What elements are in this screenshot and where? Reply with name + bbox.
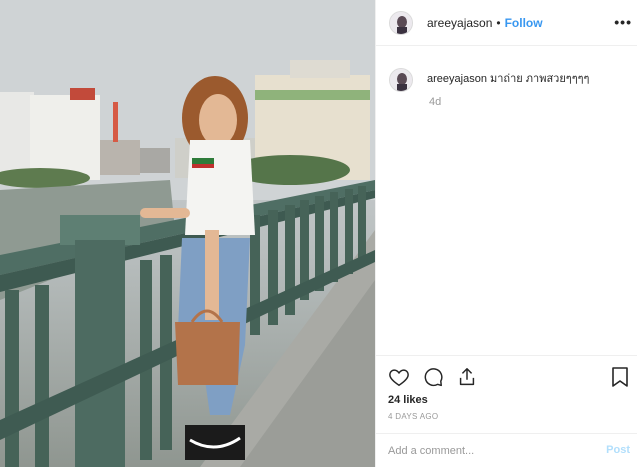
comment-input[interactable] xyxy=(388,444,588,457)
caption-text-block: areeyajason มาถ่าย ภาพสวยๆๆๆๆ xyxy=(427,72,589,86)
share-icon[interactable] xyxy=(456,366,478,388)
header-username[interactable]: areeyajason xyxy=(427,16,492,30)
more-options-icon[interactable]: ••• xyxy=(614,14,632,30)
caption-age: 4d xyxy=(429,96,442,108)
likes-count[interactable]: 24 likes xyxy=(388,394,428,406)
caption-avatar[interactable] xyxy=(389,68,413,92)
post-side-panel: areeyajason • Follow ••• areeyajason มาถ… xyxy=(375,0,637,467)
avatar[interactable] xyxy=(389,10,413,35)
post-date: 4 DAYS AGO xyxy=(388,412,439,421)
avatar-image xyxy=(390,11,412,34)
add-comment-bar: Post xyxy=(376,433,637,467)
post-button[interactable]: Post xyxy=(606,444,630,456)
follow-button[interactable]: Follow xyxy=(505,16,543,30)
caption-row: areeyajason มาถ่าย ภาพสวยๆๆๆๆ xyxy=(389,68,589,92)
post-header: areeyajason • Follow ••• xyxy=(376,0,637,46)
comment-icon[interactable] xyxy=(422,366,444,388)
caption-avatar-image xyxy=(390,69,412,91)
bookmark-icon[interactable] xyxy=(610,366,630,388)
post-photo[interactable] xyxy=(0,0,375,467)
action-icons-group xyxy=(388,366,478,388)
caption-text: มาถ่าย ภาพสวยๆๆๆๆ xyxy=(490,73,590,85)
heart-icon[interactable] xyxy=(388,366,410,388)
post-photo-scene xyxy=(0,0,375,467)
header-separator: • xyxy=(496,15,501,30)
caption-author[interactable]: areeyajason xyxy=(427,73,487,85)
